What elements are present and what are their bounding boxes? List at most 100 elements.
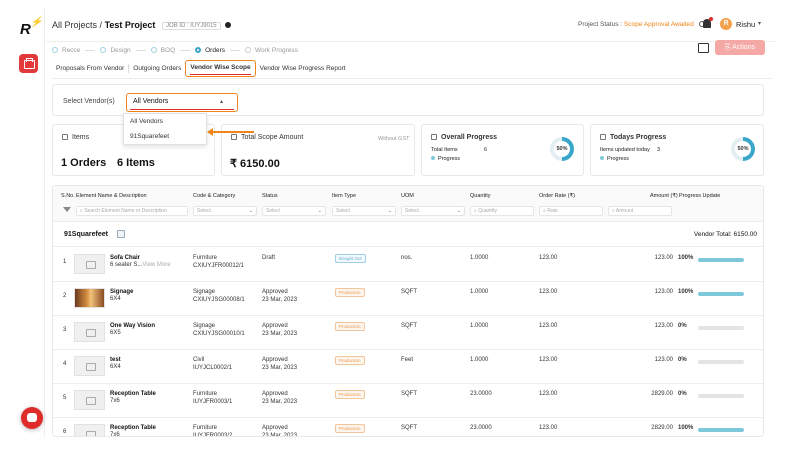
row-sno: 1	[63, 259, 67, 265]
row-progress-bar	[698, 292, 744, 296]
row-status: Approved	[262, 289, 288, 295]
row-element-desc: 7x6	[110, 398, 120, 404]
item-image[interactable]	[74, 254, 105, 274]
table-row[interactable]: 4 test 6X4 Civil IUYJCL0002/1 Approved 23 Mar,…	[53, 350, 763, 384]
row-status: Approved	[262, 425, 288, 431]
vendor-select[interactable]: All Vendors ▴	[126, 93, 238, 112]
chevron-up-icon: ▴	[219, 99, 223, 105]
items-card-title: Items	[62, 134, 89, 141]
actions-button[interactable]: ⎘ Actions	[715, 40, 765, 55]
row-element-desc: 6X5	[110, 330, 121, 336]
row-uom: SQFT	[401, 425, 417, 431]
row-progress-pct: 0%	[678, 391, 687, 397]
item-type-filter-select[interactable]: Select ⌄	[332, 206, 396, 216]
step-orders[interactable]: Orders	[195, 47, 245, 54]
table-row[interactable]: 5 Reception Table 7x6 Furniture IUYJFR0003/1…	[53, 384, 763, 418]
view-more-link[interactable]: View More	[142, 262, 170, 268]
notification-dot	[709, 17, 713, 21]
col-order-rate: Order Rate (₹)	[539, 193, 575, 199]
document-icon[interactable]	[117, 230, 125, 238]
info-icon[interactable]	[225, 22, 232, 28]
overall-progress-card: Overall Progress Total Items 6 Progress …	[421, 124, 584, 176]
vendor-option-all[interactable]: All Vendors	[124, 114, 206, 129]
status-filter-select[interactable]: Select ⌄	[262, 206, 326, 216]
rate-filter-input[interactable]: ⌕ Rate	[539, 206, 603, 216]
step-dot-icon	[195, 47, 202, 53]
todays-progress-card: Todays Progress Items updated today 3 Pr…	[590, 124, 764, 176]
quantity-filter-input[interactable]: ⌕ Quantity	[470, 206, 534, 216]
vendor-option-91squarefeet[interactable]: 91Squarefeet	[124, 129, 206, 144]
user-name[interactable]: Rishu	[736, 20, 755, 29]
table-row[interactable]: 1 Sofa Chair 6 seater S...View More Furnitu…	[53, 248, 763, 282]
chevron-down-icon[interactable]: ▾	[758, 20, 761, 27]
col-status: Status	[262, 193, 278, 199]
briefcase-icon[interactable]	[19, 54, 38, 73]
step-design[interactable]: Design	[100, 47, 150, 54]
row-sno: 4	[63, 361, 67, 367]
row-status: Draft	[262, 255, 276, 261]
row-amount: 123.00	[654, 357, 673, 363]
table-row[interactable]: 6 Reception Table 7x6 Furniture IUYJFR0003/2…	[53, 418, 763, 437]
row-progress-bar	[698, 326, 744, 330]
row-quantity: 1.0000	[470, 357, 489, 363]
bolt-icon: ⚡	[30, 17, 43, 28]
today-items-label: Items updated today	[600, 147, 650, 153]
item-image[interactable]	[74, 288, 105, 308]
row-code: CXIUYJSG00008/1	[193, 297, 245, 303]
step-recce[interactable]: Recce	[52, 47, 100, 54]
table-row[interactable]: 3 One Way Vision 6X5 Signage CXIUYJSG00010/1…	[53, 316, 763, 350]
step-dot-icon	[245, 47, 251, 53]
row-code: IUYJFR0003/2	[193, 433, 233, 437]
row-date: 23 Mar, 2023	[262, 399, 298, 405]
tab-outgoing-orders[interactable]: Outgoing Orders	[129, 59, 185, 79]
col-amount: Amount (₹)	[650, 193, 678, 199]
tab-vendor-wise-scope[interactable]: Vendor Wise Scope	[185, 60, 256, 77]
row-category: Furniture	[193, 425, 218, 431]
filter-icon[interactable]	[63, 207, 71, 214]
item-image[interactable]	[74, 356, 105, 376]
row-element-desc: 7x6	[110, 432, 120, 437]
scope-table: S.No. Element Name & Description Code & …	[52, 185, 764, 437]
crumb-project: Test Project	[104, 20, 156, 30]
vendor-select-value: All Vendors	[133, 98, 169, 105]
chat-bubble-icon[interactable]	[21, 407, 43, 429]
project-stepper: Recce Design BOQ Orders Work Progress	[52, 43, 298, 57]
row-element-desc: 6X4	[110, 296, 121, 302]
step-work-progress[interactable]: Work Progress	[245, 47, 298, 54]
row-status: Approved	[262, 391, 288, 397]
amount-filter-input[interactable]: ⌕ Amount	[608, 206, 672, 216]
overall-legend: Progress	[431, 156, 460, 162]
step-dot-icon	[52, 47, 58, 53]
element-search-input[interactable]: ⌕ Search Element Name or Description	[76, 206, 188, 216]
tab-vendor-wise-progress-report[interactable]: Vendor Wise Progress Report	[256, 59, 350, 79]
item-image[interactable]	[74, 322, 105, 342]
row-element-desc: 6X4	[110, 364, 121, 370]
row-date: 23 Mar, 2023	[262, 365, 298, 371]
item-image[interactable]	[74, 390, 105, 410]
item-type-badge: Production	[335, 288, 365, 297]
row-element-desc: 6 seater S...View More	[110, 262, 171, 268]
row-uom: nos.	[401, 255, 413, 261]
today-card-title: Todays Progress	[600, 134, 666, 141]
row-quantity: 23.0000	[470, 391, 492, 397]
crumb-all-projects[interactable]: All Projects	[52, 20, 97, 30]
avatar[interactable]: R	[720, 18, 732, 30]
step-boq[interactable]: BOQ	[150, 47, 195, 54]
overall-progress-ring: 50%	[550, 137, 574, 161]
tab-proposals-from-vendor[interactable]: Proposals From Vendor	[52, 64, 130, 73]
breadcrumb: All Projects / Test Project JOB ID : IUY…	[52, 20, 232, 30]
app-logo[interactable]: R ⚡	[20, 17, 42, 38]
grid-icon	[431, 134, 437, 140]
col-sno: S.No.	[61, 193, 75, 199]
table-row[interactable]: 2 Signage 6X4 Signage CXIUYJSG00008/1 Approve…	[53, 282, 763, 316]
col-code: Code & Category	[193, 193, 236, 199]
item-image[interactable]	[74, 424, 105, 436]
comment-icon[interactable]	[698, 43, 709, 53]
row-date: 23 Mar, 2023	[262, 433, 298, 437]
tab-bar: Proposals From Vendor Outgoing Orders Ve…	[52, 59, 772, 79]
overall-items-label: Total Items	[431, 147, 458, 153]
row-uom: Feet	[401, 357, 414, 363]
code-filter-select[interactable]: Select ⌄	[193, 206, 257, 216]
uom-filter-select[interactable]: Select ⌄	[401, 206, 465, 216]
row-amount: 123.00	[654, 255, 673, 261]
